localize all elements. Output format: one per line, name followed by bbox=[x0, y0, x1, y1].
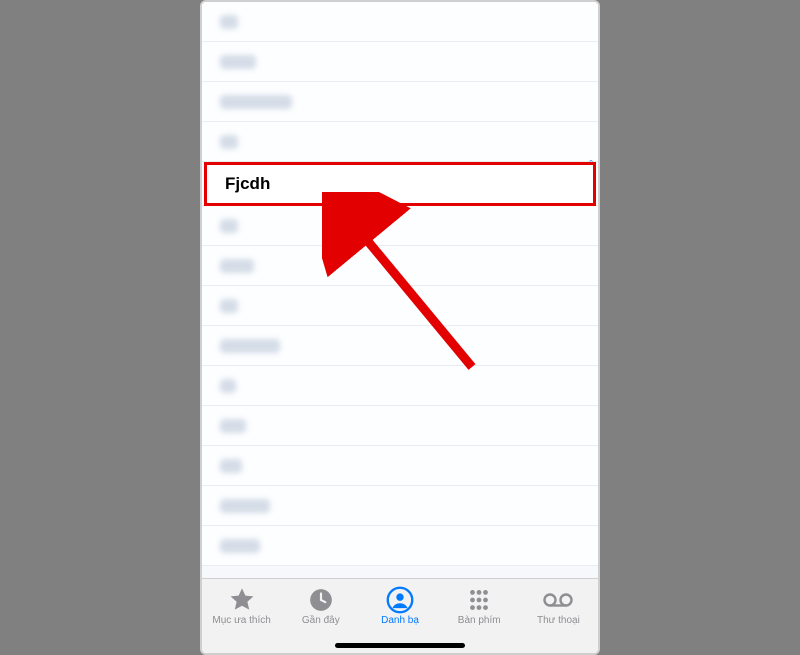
list-item[interactable] bbox=[202, 366, 598, 406]
list-item[interactable] bbox=[202, 122, 598, 162]
star-icon bbox=[228, 586, 256, 614]
tab-label: Bàn phím bbox=[440, 615, 519, 626]
tab-keypad[interactable]: Bàn phím bbox=[440, 585, 519, 626]
tab-favorites[interactable]: Mục ưa thích bbox=[202, 585, 281, 626]
tab-recents[interactable]: Gần đây bbox=[281, 585, 360, 626]
list-item[interactable] bbox=[202, 246, 598, 286]
list-item[interactable] bbox=[202, 446, 598, 486]
clock-icon bbox=[308, 587, 334, 613]
list-item[interactable] bbox=[202, 206, 598, 246]
list-item[interactable] bbox=[202, 82, 598, 122]
keypad-icon bbox=[466, 587, 492, 613]
tab-bar: Mục ưa thích Gần đây Danh bạ bbox=[202, 578, 598, 653]
tab-contacts[interactable]: Danh bạ bbox=[360, 585, 439, 626]
list-item[interactable] bbox=[202, 286, 598, 326]
tab-label: Thư thoại bbox=[519, 615, 598, 626]
home-indicator[interactable] bbox=[335, 643, 465, 648]
contacts-list[interactable]: Fjcdh Ô Ơ P bbox=[202, 2, 598, 578]
highlighted-contact-row[interactable]: Fjcdh bbox=[204, 162, 596, 206]
tab-label: Gần đây bbox=[281, 615, 360, 626]
list-item[interactable] bbox=[202, 326, 598, 366]
list-item[interactable] bbox=[202, 42, 598, 82]
tab-label: Danh bạ bbox=[360, 615, 439, 626]
tab-voicemail[interactable]: Thư thoại bbox=[519, 585, 598, 626]
list-item[interactable] bbox=[202, 406, 598, 446]
phone-screen: Fjcdh Ô Ơ P Mục ưa thích bbox=[200, 0, 600, 655]
contact-name: Fjcdh bbox=[225, 174, 270, 194]
list-item[interactable] bbox=[202, 486, 598, 526]
list-item[interactable] bbox=[202, 2, 598, 42]
person-circle-icon bbox=[386, 586, 414, 614]
voicemail-icon bbox=[542, 587, 574, 613]
list-item[interactable] bbox=[202, 526, 598, 566]
tab-label: Mục ưa thích bbox=[202, 615, 281, 626]
